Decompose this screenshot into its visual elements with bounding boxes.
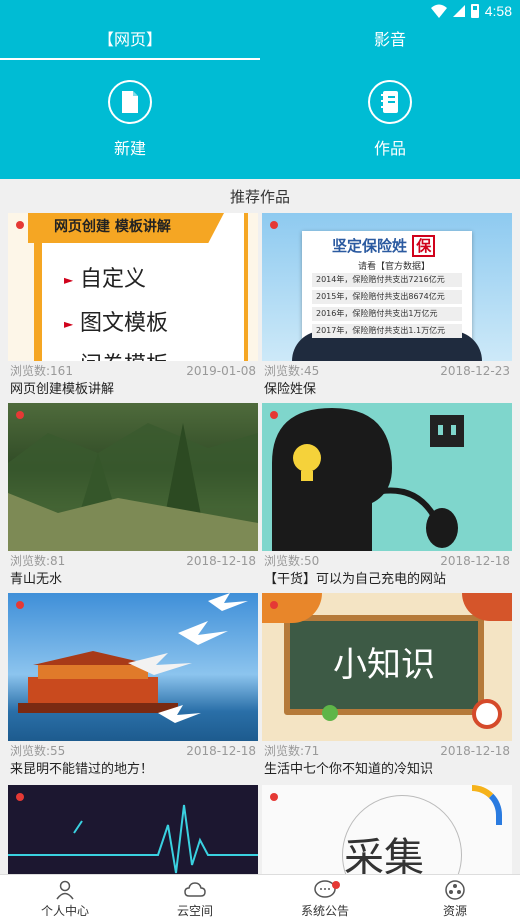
resource-icon	[445, 880, 465, 900]
thumb-line: 自定义	[80, 267, 147, 292]
thumb-heading: 坚定保险姓	[332, 237, 408, 255]
work-card[interactable]: 采集	[262, 785, 512, 875]
works-label: 作品	[373, 139, 406, 158]
work-thumbnail: 网页创建 模板讲解 自定义 图文模板 问卷模板 ► ►	[8, 213, 258, 361]
notification-badge	[332, 881, 340, 889]
work-thumbnail: 采集	[262, 785, 512, 875]
nav-announcements[interactable]: 系统公告	[260, 875, 390, 924]
work-date: 2019-01-08	[186, 364, 256, 378]
bottom-nav: 个人中心 云空间 系统公告 资源	[0, 874, 520, 924]
work-thumbnail: 小知识	[262, 593, 512, 741]
new-indicator-dot	[16, 601, 24, 609]
wifi-icon	[430, 4, 447, 18]
work-card[interactable]: 浏览数:55 2018-12-18 来昆明不能错过的地方！	[8, 593, 258, 781]
thumb-line: 2017年，保险赔付共支出1.1万亿元	[312, 324, 462, 338]
section-title: 推荐作品	[229, 188, 290, 206]
new-indicator-dot	[270, 221, 278, 229]
thumb-badge: 保	[412, 235, 436, 257]
work-card[interactable]: 浏览数:81 2018-12-18 青山无水	[8, 403, 258, 591]
work-date: 2018-12-18	[440, 744, 510, 758]
work-date: 2018-12-18	[440, 554, 510, 568]
new-indicator-dot	[16, 793, 24, 801]
work-title: 来昆明不能错过的地方！	[10, 762, 154, 777]
thumb-line: 问卷模板	[80, 347, 168, 361]
work-title: 保险姓保	[264, 382, 317, 397]
view-count: 浏览数:71	[264, 744, 320, 758]
new-indicator-dot	[16, 411, 24, 419]
new-button[interactable]: 新建	[0, 80, 260, 159]
nav-resources[interactable]: 资源	[390, 875, 520, 924]
tab-bar: 【网页】 影音	[0, 24, 520, 60]
view-count: 浏览数:50	[264, 554, 320, 568]
nav-cloud-space[interactable]: 云空间	[130, 875, 260, 924]
work-thumbnail: 坚定保险姓 保 请看【官方数据】 2014年，保险赔付共支出7216亿元 201…	[262, 213, 512, 361]
view-count: 浏览数:81	[10, 554, 66, 568]
notebook-icon	[368, 80, 412, 124]
view-count: 浏览数:45	[264, 364, 320, 378]
person-icon	[56, 880, 74, 900]
new-label: 新建	[113, 139, 146, 158]
tab-webpage[interactable]: 【网页】	[0, 24, 260, 60]
tab-media[interactable]: 影音	[260, 24, 520, 58]
work-date: 2018-12-23	[440, 364, 510, 378]
thumb-heading: 网页创建 模板讲解	[28, 213, 224, 243]
status-time: 4:58	[484, 3, 512, 19]
cloud-icon	[184, 882, 206, 897]
battery-icon	[470, 4, 479, 18]
work-card[interactable]: 网页创建 模板讲解 自定义 图文模板 问卷模板 ► ► 浏览数:161 2019-…	[8, 213, 258, 401]
nav-label: 系统公告	[300, 904, 349, 918]
new-indicator-dot	[270, 601, 278, 609]
work-card[interactable]: 坚定保险姓 保 请看【官方数据】 2014年，保险赔付共支出7216亿元 201…	[262, 213, 512, 401]
thumb-line: 2016年，保险赔付共支出1万亿元	[312, 307, 462, 321]
new-indicator-dot	[16, 221, 24, 229]
work-date: 2018-12-18	[186, 554, 256, 568]
new-document-icon	[108, 80, 152, 124]
nav-label: 云空间	[176, 904, 213, 918]
thumb-line: 2015年，保险赔付共支出8674亿元	[312, 290, 462, 304]
new-indicator-dot	[270, 411, 278, 419]
work-title: 【干货】可以为自己充电的网站	[264, 572, 447, 587]
thumb-text: 采集	[344, 835, 424, 875]
work-title: 生活中七个你不知道的冷知识	[264, 762, 434, 777]
view-count: 浏览数:161	[10, 364, 73, 378]
thumb-line: 图文模板	[80, 311, 169, 336]
action-row: 新建 作品	[0, 80, 520, 159]
view-count: 浏览数:55	[10, 744, 66, 758]
work-thumbnail	[262, 403, 512, 551]
thumb-board: 小知识	[284, 615, 484, 715]
thumb-sub: 请看【官方数据】	[358, 262, 431, 272]
nav-profile[interactable]: 个人中心	[0, 875, 130, 924]
work-date: 2018-12-18	[186, 744, 256, 758]
work-thumbnail	[8, 593, 258, 741]
work-title: 网页创建模板讲解	[10, 382, 115, 397]
work-card[interactable]: 浏览数:50 2018-12-18 【干货】可以为自己充电的网站	[262, 403, 512, 591]
work-thumbnail	[8, 403, 258, 551]
work-card[interactable]	[8, 785, 258, 875]
header: 【网页】 影音 新建 作品	[0, 24, 520, 179]
new-indicator-dot	[270, 793, 278, 801]
work-card[interactable]: 小知识 浏览数:71 2018-12-18 生活中七个你不知道的冷知识	[262, 593, 512, 781]
works-button[interactable]: 作品	[260, 80, 520, 159]
signal-icon	[452, 5, 465, 17]
status-bar: 4:58	[0, 0, 520, 24]
nav-label: 资源	[442, 904, 467, 918]
work-thumbnail	[8, 785, 258, 875]
thumb-line: 2014年，保险赔付共支出7216亿元	[312, 273, 462, 287]
nav-label: 个人中心	[40, 904, 89, 918]
work-title: 青山无水	[10, 572, 63, 587]
